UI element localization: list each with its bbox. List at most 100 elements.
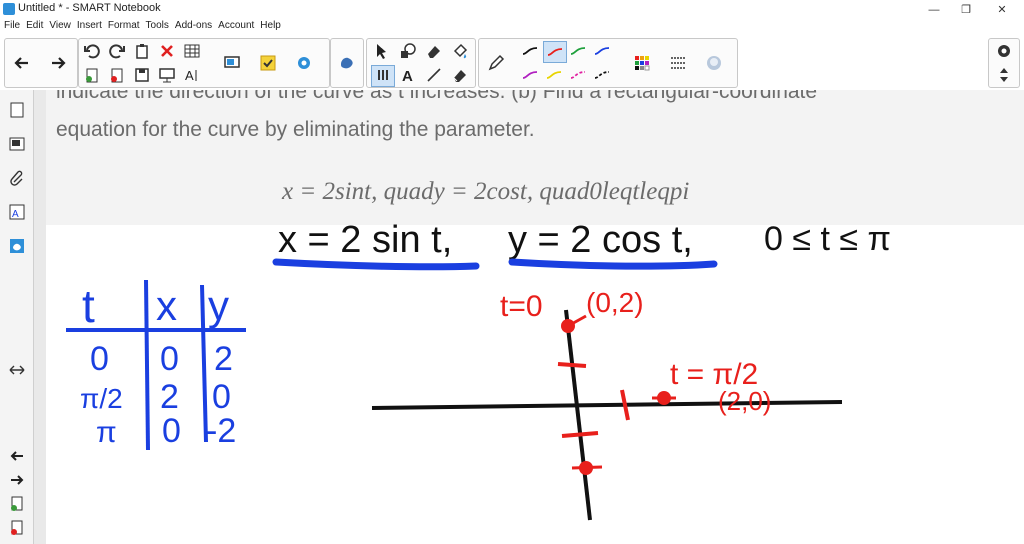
page-delete-icon[interactable] (106, 65, 128, 85)
pen-style-green[interactable] (567, 41, 589, 61)
window-title: Untitled * - SMART Notebook (18, 2, 161, 14)
gear-icon[interactable] (993, 41, 1015, 61)
table-cell-t1: π/2 (80, 383, 123, 414)
pen-style-purple[interactable] (519, 65, 541, 85)
tools-group: A (366, 38, 476, 88)
response-icon[interactable] (257, 53, 279, 73)
equation-x: x = 2 sin t, (278, 219, 452, 261)
fill-icon[interactable] (449, 41, 471, 61)
menu-edit[interactable]: Edit (22, 19, 45, 31)
color-grid-icon[interactable] (631, 53, 653, 73)
attachments-icon[interactable] (7, 168, 27, 188)
table-cell-x0: 0 (160, 340, 179, 378)
minimize-button[interactable]: — (916, 0, 952, 19)
svg-text:A: A (402, 68, 413, 84)
properties-icon[interactable]: A (7, 202, 27, 222)
pen-style-yellow[interactable] (543, 65, 565, 85)
eraser-icon[interactable] (449, 65, 471, 85)
underline-x (272, 258, 480, 271)
point-tpi-mark (571, 465, 603, 470)
table-cell-t0: 0 (90, 340, 109, 378)
next-page-icon[interactable] (7, 470, 27, 490)
menu-tools[interactable]: Tools (142, 19, 171, 31)
close-button[interactable]: ✕ (984, 0, 1020, 19)
menu-addons[interactable]: Add-ons (171, 19, 214, 31)
page-add-side-icon[interactable] (7, 494, 27, 514)
gallery-icon[interactable] (336, 53, 358, 73)
pen-style-blue[interactable] (591, 41, 613, 61)
pen-style-black[interactable] (519, 41, 541, 61)
text-format-icon[interactable]: A (181, 65, 203, 85)
underline-y (508, 258, 718, 270)
pen-icon[interactable] (485, 53, 507, 73)
pen-style-red[interactable] (543, 41, 567, 63)
addon-icon[interactable] (293, 53, 315, 73)
edit-group: A (78, 38, 330, 88)
text-tool-icon[interactable]: A (397, 65, 419, 85)
gallery-group (330, 38, 364, 88)
delete-icon[interactable] (156, 41, 178, 61)
menu-file[interactable]: File (0, 19, 22, 31)
undo-icon[interactable] (81, 41, 103, 61)
pen-tool-icon[interactable] (371, 65, 395, 87)
back-arrow-icon[interactable] (11, 53, 33, 73)
vertical-scrollbar[interactable] (34, 90, 46, 544)
whiteboard-canvas[interactable]: indicate the direction of the curve as t… (46, 90, 1024, 544)
paste-icon[interactable] (131, 41, 153, 61)
ink-layer: x = 2 sin t, y = 2 cos t, 0 ≤ t ≤ π t x … (66, 219, 891, 521)
eraser-shape-icon[interactable] (423, 41, 445, 61)
label-point-02: (0,2) (586, 287, 644, 318)
pen-style-pink-dashed[interactable] (567, 65, 589, 85)
select-arrow-icon[interactable] (371, 41, 393, 61)
menu-insert[interactable]: Insert (73, 19, 104, 31)
menu-view[interactable]: View (45, 19, 73, 31)
pen-properties-group (478, 38, 738, 88)
save-icon[interactable] (131, 65, 153, 85)
menu-account[interactable]: Account (214, 19, 256, 31)
line-tool-icon[interactable] (423, 65, 445, 85)
shapes-icon[interactable] (397, 41, 419, 61)
table-cell-y2: -2 (206, 412, 236, 450)
svg-text:A: A (12, 209, 19, 220)
equation-range: 0 ≤ t ≤ π (764, 220, 891, 258)
screen-icon[interactable] (156, 65, 178, 85)
menu-bar: File Edit View Insert Format Tools Add-ons Acco… (0, 19, 1024, 35)
table-header-y: y (208, 282, 229, 329)
page-delete-side-icon[interactable] (7, 518, 27, 538)
screen-shade-icon[interactable] (221, 53, 243, 73)
record-icon[interactable] (703, 53, 725, 73)
label-point-20: (2,0) (718, 386, 771, 416)
maximize-button[interactable]: ❐ (948, 0, 984, 19)
menu-format[interactable]: Format (104, 19, 142, 31)
tick-y-upper (557, 362, 587, 368)
resize-handle-icon[interactable] (7, 360, 27, 380)
forward-arrow-icon[interactable] (47, 53, 69, 73)
gallery-tab-icon[interactable] (7, 134, 27, 154)
menu-help[interactable]: Help (256, 19, 283, 31)
table-cell-t2: π (96, 416, 117, 449)
title-bar: Untitled * - SMART Notebook — ❐ ✕ (0, 0, 1024, 19)
table-cell-y0: 2 (214, 340, 233, 378)
line-style-icon[interactable] (667, 53, 689, 73)
label-t0: t=0 (500, 290, 543, 323)
redo-icon[interactable] (106, 41, 128, 61)
equation-y: y = 2 cos t, (508, 219, 693, 261)
table-icon[interactable] (181, 41, 203, 61)
app-icon (3, 3, 15, 15)
page-sorter-icon[interactable] (7, 100, 27, 120)
table-header-x: x (156, 282, 177, 329)
x-axis (371, 400, 843, 410)
toolbar-position-icon[interactable] (993, 65, 1015, 85)
table-cell-y1: 0 (212, 378, 231, 416)
previous-page-icon[interactable] (7, 446, 27, 466)
addons-tab-icon[interactable] (7, 236, 27, 256)
table-divider-1 (144, 279, 150, 451)
side-panel: A (0, 90, 34, 544)
page-add-icon[interactable] (81, 65, 103, 85)
table-cell-x1: 2 (160, 378, 179, 416)
toolbar: A A (0, 35, 1024, 90)
y-axis (564, 309, 592, 521)
svg-text:A: A (185, 68, 194, 83)
pen-style-black-dashed[interactable] (591, 65, 613, 85)
table-cell-x2: 0 (162, 412, 181, 450)
